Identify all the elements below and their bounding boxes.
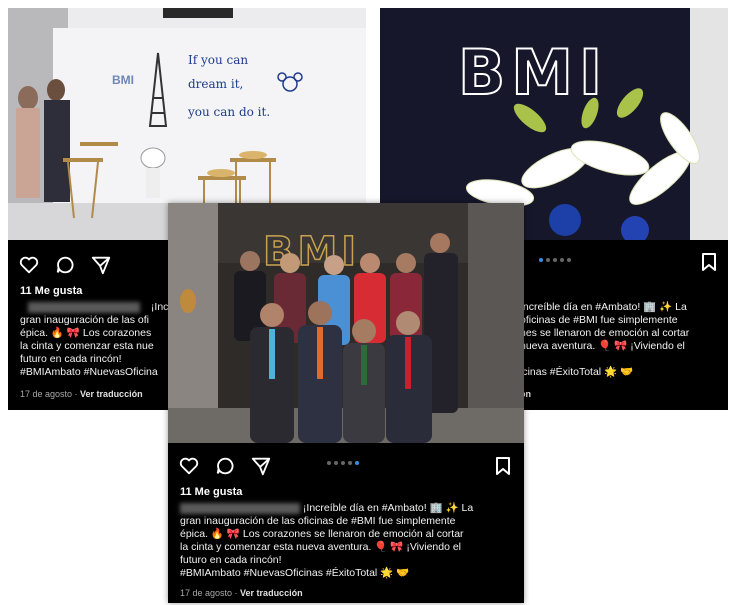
caption-line: gran inauguración de las oficinas de #BM… [180,515,456,527]
carousel-dot [546,258,550,262]
carousel-dot [355,461,359,465]
share-icon[interactable] [250,455,272,477]
heart-icon[interactable] [178,455,200,477]
post-date: 17 de agosto [20,389,73,399]
carousel-dot [327,461,331,465]
caption: Increíble día en #Ambato! 🏢 ✨ La oficina… [520,301,728,379]
group-photo-image: BMI [168,203,524,443]
office-sign: BMI [263,229,360,275]
caption-line: oficinas de #BMI fue simplemente [520,314,678,326]
wall-logo: BMI [112,73,134,87]
bookmark-icon[interactable] [494,456,512,476]
caption-line: nes se llenaron de emoción al cortar [520,327,690,339]
bookmark-icon[interactable] [700,252,718,272]
comment-icon[interactable] [214,455,236,477]
post-meta: 17 de agosto · Ver traducción [20,389,143,399]
share-icon[interactable] [90,254,112,276]
caption-line: la cinta y comenzar esta nueva aventura.… [180,541,462,553]
front-post-card: BMI 11 Me gusta ¡Increíble día en #Ambat… [168,203,524,603]
likes-count: 11 Me gusta [20,285,83,297]
translate-link[interactable]: Ver traducción [240,588,303,598]
carousel-indicator [327,461,359,465]
front-post-photo: BMI [168,203,524,443]
caption-line [520,353,728,366]
post-date: 17 de agosto [180,588,233,598]
caption-line: Increíble día en #Ambato! 🏢 ✨ La [520,301,687,313]
carousel-dot [539,258,543,262]
post-meta: 17 de agosto · Ver traducción [180,588,303,598]
caption-line: icinas #ÉxitoTotal 🌟 🤝 [520,366,634,378]
comment-icon[interactable] [54,254,76,276]
carousel-dot [567,258,571,262]
caption-line: ¡Increíble día en #Ambato! 🏢 ✨ La [180,502,520,515]
carousel-indicator [539,258,571,262]
caption-line: nueva aventura. 🎈 🎀 ¡Viviendo el [520,340,685,352]
quote-line-1: If you can [188,53,248,67]
caption-line: épica. 🔥 🎀 Los corazones se llenaron de … [180,528,464,540]
translate-link[interactable]: Ver traducción [80,389,143,399]
likes-count: 11 Me gusta [180,486,243,498]
caption-line: #BMIAmbato #NuevasOficinas #ÉxitoTotal 🌟… [180,567,410,579]
heart-icon[interactable] [18,254,40,276]
carousel-dot [560,258,564,262]
caption-line: futuro en cada rincón! [180,554,282,566]
carousel-dot [341,461,345,465]
quote-line-2: dream it, [188,77,243,91]
quote-line-3: you can do it. [187,105,270,119]
carousel-dot [348,461,352,465]
caption: ¡Increíble día en #Ambato! 🏢 ✨ La gran i… [180,502,520,580]
brand-sign: BMI [458,36,608,109]
carousel-dot [553,258,557,262]
carousel-dot [334,461,338,465]
